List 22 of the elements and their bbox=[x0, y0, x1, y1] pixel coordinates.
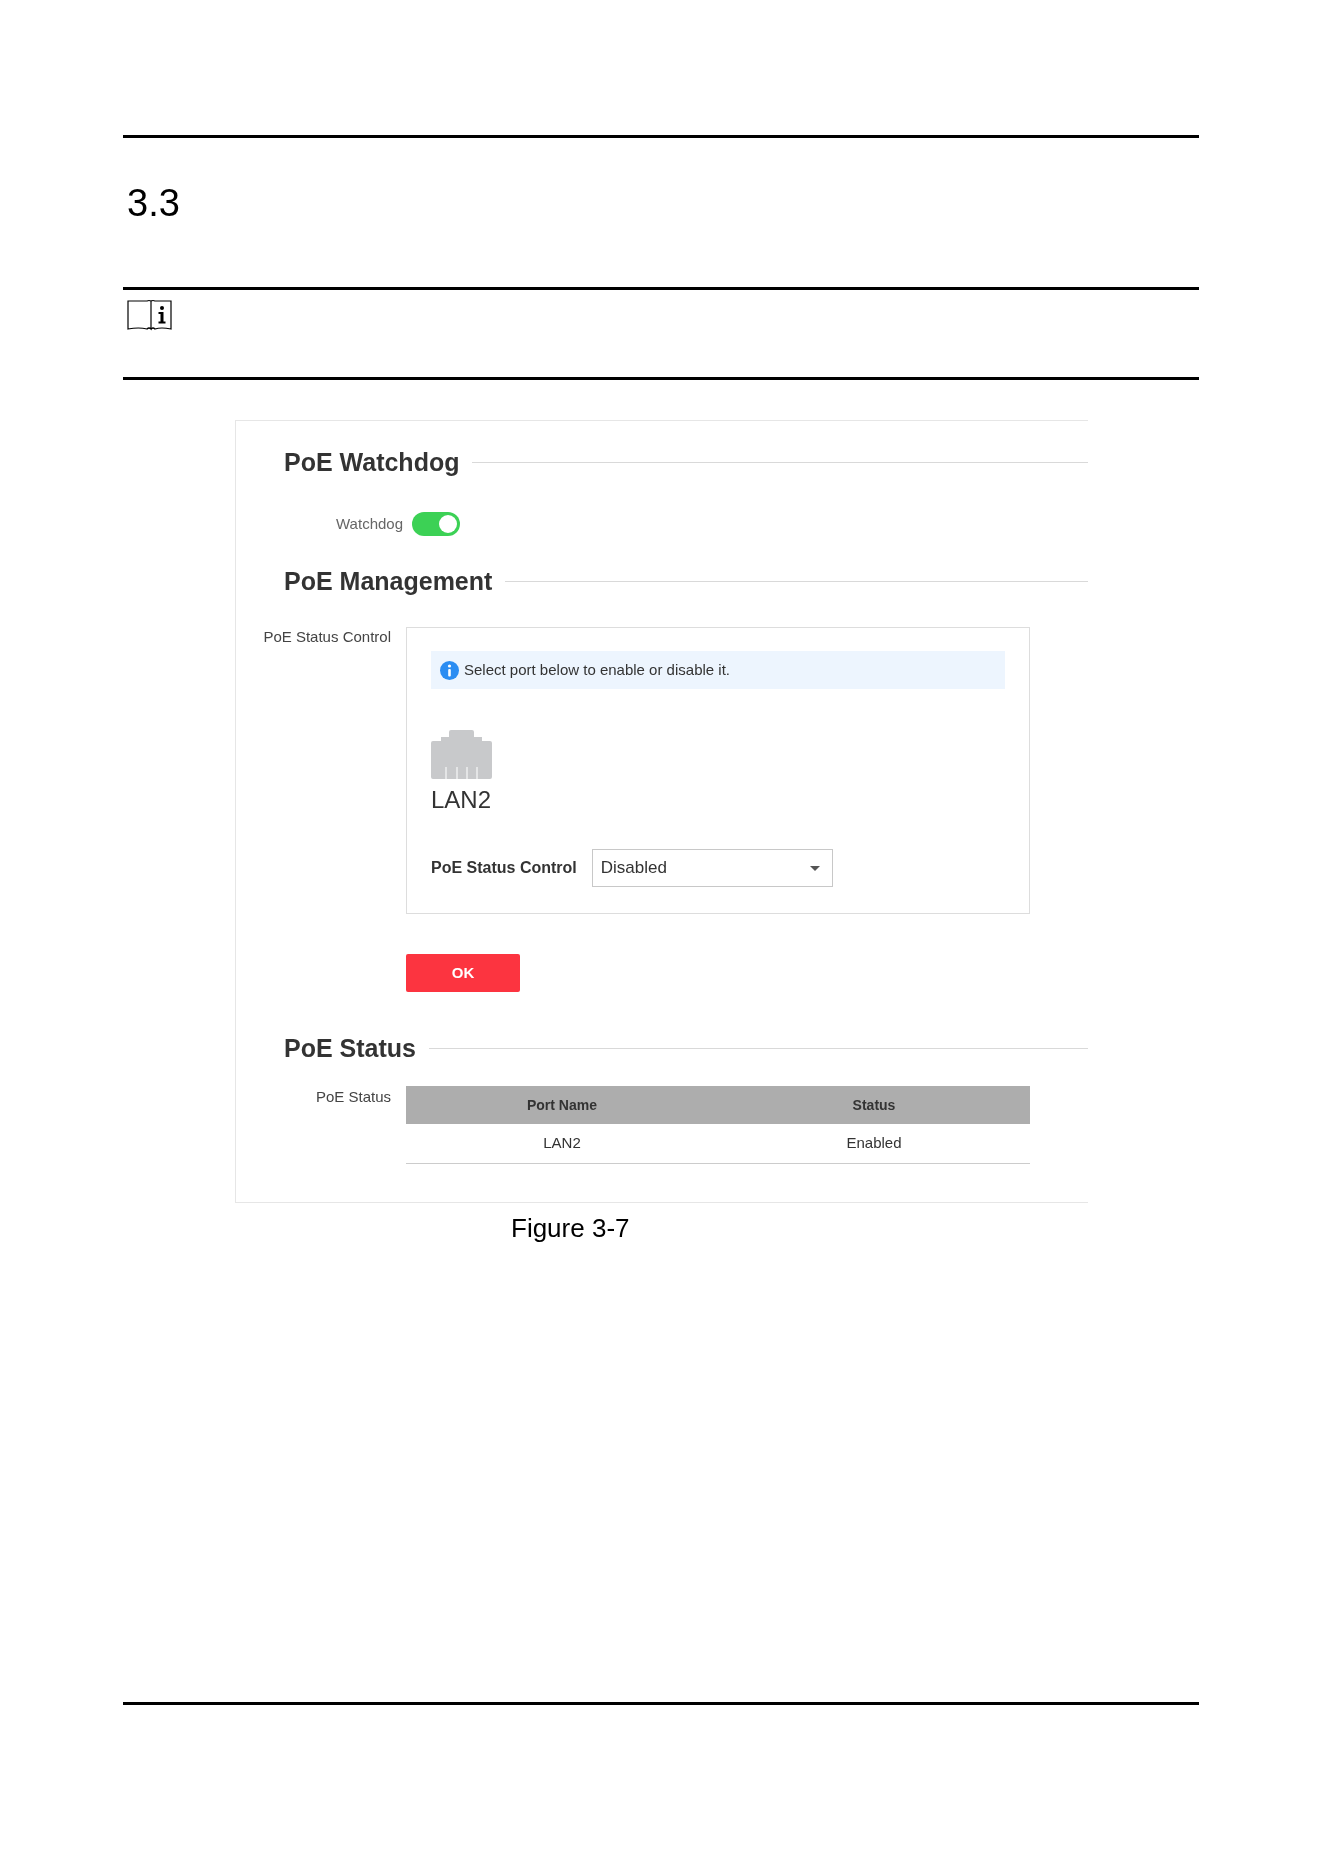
note-icon bbox=[127, 298, 172, 332]
column-header: Port Name bbox=[406, 1086, 718, 1124]
section-heading: PoE Watchdog bbox=[284, 447, 460, 478]
field-label: PoE Status Control bbox=[431, 858, 577, 878]
toggle-switch[interactable] bbox=[412, 512, 460, 536]
table-cell: LAN2 bbox=[406, 1124, 718, 1163]
ok-button[interactable]: OK bbox=[406, 954, 520, 992]
field-label: Watchdog bbox=[335, 513, 403, 534]
info-icon bbox=[440, 660, 459, 680]
field-label: PoE Status Control bbox=[262, 627, 391, 647]
field-label: PoE Status bbox=[314, 1087, 391, 1107]
column-header: Status bbox=[718, 1086, 1030, 1124]
info-text: Select port below to enable or disable it. bbox=[464, 659, 730, 680]
status-select[interactable]: Disabled bbox=[591, 849, 833, 887]
ethernet-port-icon[interactable] bbox=[431, 729, 492, 779]
table-cell: Enabled bbox=[718, 1124, 1030, 1163]
figure-caption: Figure 3-7 bbox=[511, 1212, 630, 1243]
section-number: 3.3 bbox=[127, 181, 180, 225]
caret-icon bbox=[809, 865, 820, 871]
section-heading: PoE Status bbox=[284, 1033, 416, 1064]
section-heading: PoE Management bbox=[284, 566, 493, 597]
port-label: LAN2 bbox=[431, 786, 492, 814]
